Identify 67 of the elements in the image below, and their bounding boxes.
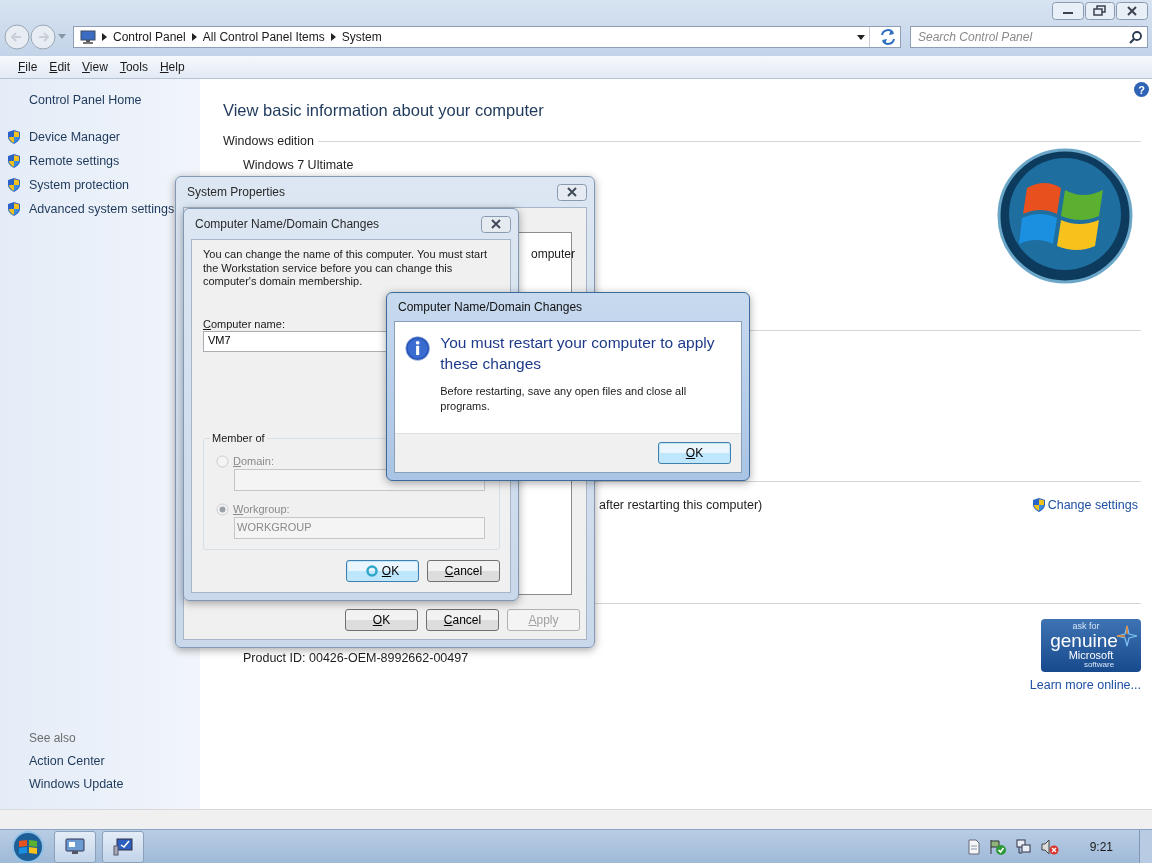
taskbar-button[interactable] bbox=[102, 830, 144, 863]
search-field[interactable]: Search Control Panel bbox=[910, 26, 1148, 48]
genuine-badge[interactable]: ask for genuine Microsoft software bbox=[1041, 619, 1141, 672]
dialog-title: Computer Name/Domain Changes bbox=[398, 300, 583, 314]
label-text: omputer bbox=[531, 247, 576, 261]
message-text: Before restarting, save any open files and close all programs. bbox=[440, 384, 688, 414]
button[interactable]: Cancel bbox=[426, 609, 499, 631]
sidebar-link[interactable]: Device Manager bbox=[29, 130, 120, 144]
section-heading: See also bbox=[29, 731, 77, 745]
close-button[interactable] bbox=[481, 215, 511, 233]
change-settings-link[interactable]: Change settings bbox=[1047, 498, 1138, 512]
close-button[interactable] bbox=[1116, 2, 1148, 20]
edition-text: Windows 7 Ultimate bbox=[242, 157, 354, 172]
sidebar-link[interactable]: Windows Update bbox=[29, 777, 200, 791]
section-heading: Windows edition bbox=[223, 134, 314, 148]
chevron-icon[interactable] bbox=[102, 33, 107, 41]
computer-icon bbox=[113, 837, 133, 856]
breadcrumb-item[interactable]: All Control Panel Items bbox=[202, 30, 325, 44]
caret-icon[interactable] bbox=[857, 34, 865, 40]
sidebar-link[interactable]: Remote settings bbox=[29, 154, 120, 168]
dialog-title: Computer Name/Domain Changes bbox=[195, 217, 380, 231]
menu-item[interactable]: Tools bbox=[113, 58, 154, 76]
sidebar-link[interactable]: Action Center bbox=[29, 754, 200, 768]
sidebar-link[interactable]: Advanced system settings bbox=[29, 202, 175, 216]
taskbar-button[interactable] bbox=[54, 830, 96, 863]
button[interactable]: OK bbox=[345, 609, 418, 631]
shield-icon bbox=[7, 201, 21, 217]
menu-item[interactable]: File bbox=[12, 58, 44, 76]
help-button[interactable]: ? bbox=[1134, 82, 1149, 97]
sidebar-link[interactable]: System protection bbox=[29, 178, 130, 192]
search-icon bbox=[1129, 30, 1143, 44]
product-id-text: Product ID: 00426-OEM-8992662-00497 bbox=[243, 651, 469, 665]
button[interactable]: Cancel bbox=[427, 560, 500, 582]
busy-cursor-icon bbox=[365, 565, 378, 577]
flag-check-icon[interactable] bbox=[988, 838, 1007, 855]
shield-icon bbox=[1031, 497, 1046, 513]
restore-button[interactable] bbox=[1085, 2, 1115, 20]
info-text: after restarting this computer) bbox=[599, 498, 763, 512]
speaker-muted-icon[interactable] bbox=[1040, 838, 1059, 855]
group-label: Member of bbox=[210, 431, 267, 444]
shield-icon bbox=[7, 177, 21, 193]
minimize-button[interactable] bbox=[1052, 2, 1084, 20]
menu-item[interactable]: View bbox=[76, 58, 114, 76]
network-icon[interactable] bbox=[1015, 838, 1032, 855]
sidebar-link[interactable]: Control Panel Home bbox=[0, 93, 200, 107]
dialog-title: System Properties bbox=[187, 185, 286, 199]
button[interactable]: OK bbox=[658, 442, 731, 464]
learn-more-link[interactable]: Learn more online... bbox=[1029, 678, 1141, 692]
field-label: Computer name: bbox=[203, 317, 286, 330]
menu-item[interactable]: Help bbox=[153, 58, 191, 76]
button[interactable]: OK bbox=[346, 560, 419, 582]
monitor-icon bbox=[65, 837, 85, 856]
star-icon bbox=[1116, 625, 1138, 647]
page-title: View basic information about your computer bbox=[223, 101, 545, 120]
chevron-icon[interactable] bbox=[330, 33, 336, 41]
close-button[interactable] bbox=[557, 183, 587, 201]
clock[interactable]: 9:21 bbox=[1089, 839, 1113, 854]
breadcrumb-item[interactable]: System bbox=[341, 30, 382, 44]
chevron-icon[interactable] bbox=[191, 33, 197, 41]
shield-icon bbox=[7, 129, 21, 145]
menu-item[interactable]: Edit bbox=[43, 58, 77, 76]
description-text: You can change the name of this computer. You must start the Workstation service before you can change this computer's domain membership. bbox=[203, 248, 488, 289]
shield-icon bbox=[7, 153, 21, 169]
document-icon[interactable] bbox=[967, 838, 980, 855]
breadcrumb-item[interactable]: Control Panel bbox=[113, 30, 186, 44]
computer-icon bbox=[80, 30, 96, 44]
start-button bbox=[12, 830, 44, 863]
